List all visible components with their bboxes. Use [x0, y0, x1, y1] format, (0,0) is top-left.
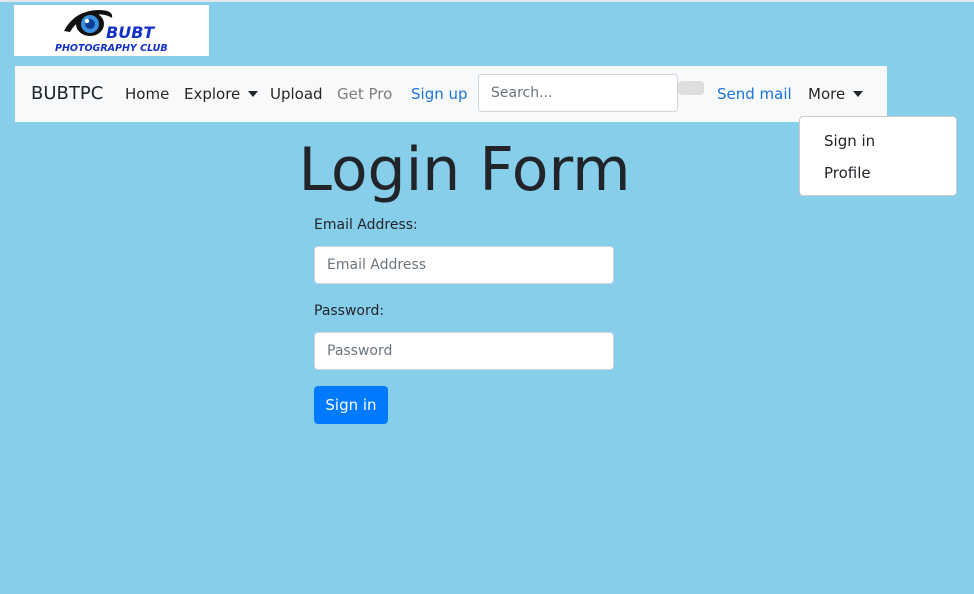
navbar: BUBTPC Home Explore Upload Get Pro Sign …: [15, 66, 887, 122]
top-border: [0, 0, 974, 2]
club-logo: BUBT PHOTOGRAPHY CLUB: [14, 5, 209, 56]
password-field[interactable]: [314, 332, 614, 370]
caret-down-icon: [853, 90, 864, 97]
nav-link-sign-up[interactable]: Sign up: [411, 66, 468, 122]
sign-in-button[interactable]: Sign in: [314, 386, 388, 424]
logo-subtitle: PHOTOGRAPHY CLUB: [55, 43, 168, 54]
navbar-brand[interactable]: BUBTPC: [31, 66, 103, 122]
logo-title: BUBT: [106, 23, 155, 42]
nav-link-get-pro[interactable]: Get Pro: [337, 66, 392, 122]
nav-link-upload[interactable]: Upload: [270, 66, 323, 122]
password-label: Password:: [314, 303, 385, 319]
email-field[interactable]: [314, 246, 614, 284]
nav-dropdown-more[interactable]: More: [808, 66, 864, 122]
page-title: Login Form: [298, 135, 631, 205]
nav-link-home[interactable]: Home: [125, 66, 169, 122]
caret-down-icon: [248, 90, 259, 97]
camera-eye-logo-icon: BUBT PHOTOGRAPHY CLUB: [55, 10, 168, 54]
nav-link-send-mail[interactable]: Send mail: [717, 66, 792, 122]
nav-dropdown-explore[interactable]: Explore: [184, 66, 259, 122]
nav-more-label: More: [808, 85, 846, 103]
email-label: Email Address:: [314, 217, 418, 233]
search-button[interactable]: [678, 81, 704, 95]
search-input[interactable]: [478, 74, 678, 112]
nav-explore-label: Explore: [184, 85, 241, 103]
